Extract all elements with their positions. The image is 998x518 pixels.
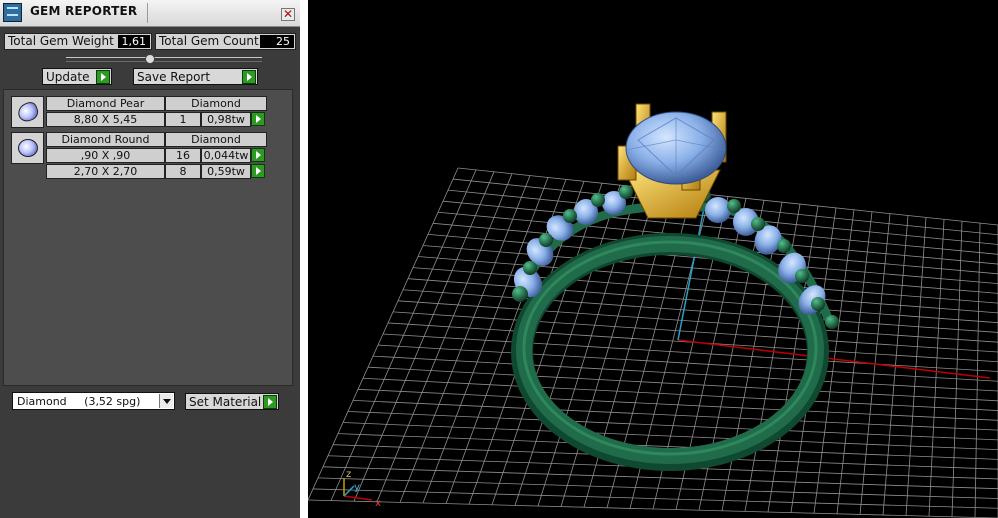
viewport-scene: z y x <box>308 103 998 518</box>
3d-viewport[interactable]: z y x <box>308 0 998 518</box>
grid-line <box>905 217 927 516</box>
gem-size: ,90 X ,90 <box>46 148 165 163</box>
gem-weight: 0,98tw <box>201 112 251 127</box>
gem-qty: 16 <box>165 148 201 163</box>
window-title: GEM REPORTER <box>30 4 138 18</box>
total-gem-weight-value: 1,61 <box>118 35 150 48</box>
round-gem-icon <box>18 139 38 157</box>
gem-reporter-panel: GEM REPORTER ✕ Total Gem Weight 1,61 Tot… <box>0 0 300 518</box>
set-material-button-label: Set Material <box>189 395 262 409</box>
gem-material: Diamond <box>165 96 267 111</box>
slider-handle[interactable] <box>145 54 155 64</box>
grid-line <box>372 355 998 392</box>
x-axis-line <box>677 339 991 379</box>
z-axis-label: z <box>346 469 351 480</box>
grid-line <box>312 488 998 509</box>
pear-gem-icon <box>15 100 41 124</box>
total-gem-weight-label: Total Gem Weight <box>8 34 114 48</box>
select-gem-go-icon[interactable] <box>251 148 265 162</box>
slider-track <box>66 57 262 58</box>
select-gem-go-icon[interactable] <box>251 164 265 178</box>
title-divider <box>147 3 148 23</box>
diamond-pear-thumbnail[interactable] <box>11 96 44 128</box>
gem-list: Diamond Pear Diamond 8,80 X 5,45 1 0,98t… <box>3 89 293 386</box>
total-gem-count-value: 25 <box>260 35 294 48</box>
x-axis-label: x <box>375 498 381 509</box>
material-select[interactable]: Diamond (3,52 spg) <box>12 392 175 410</box>
slider-track-shadow <box>66 61 262 62</box>
total-gem-count: Total Gem Count 25 <box>155 33 296 50</box>
gem-weight: 0,044tw <box>201 148 251 163</box>
gem-reporter-app-icon <box>3 3 22 22</box>
select-gem-go-icon[interactable] <box>251 112 265 126</box>
chevron-down-icon[interactable] <box>159 394 173 408</box>
set-material-go-icon[interactable] <box>263 395 277 409</box>
grid-line <box>317 477 998 499</box>
grid-line <box>308 499 998 518</box>
save-report-button[interactable]: Save Report <box>133 68 258 85</box>
gem-name: Diamond Pear <box>46 96 165 111</box>
axis-gizmo: z y x <box>343 469 381 509</box>
total-gem-count-label: Total Gem Count <box>159 34 259 48</box>
update-button-label: Update <box>46 70 90 84</box>
close-icon[interactable]: ✕ <box>281 8 295 21</box>
material-select-value: Diamond (3,52 spg) <box>17 395 141 408</box>
grid-line <box>367 366 998 402</box>
gem-qty: 8 <box>165 164 201 179</box>
update-go-icon[interactable] <box>96 70 110 84</box>
grid-line <box>342 422 998 451</box>
diamond-round-thumbnail[interactable] <box>11 132 44 164</box>
set-material-button[interactable]: Set Material <box>185 393 279 410</box>
update-button[interactable]: Update <box>42 68 112 85</box>
title-bar: GEM REPORTER ✕ <box>0 0 300 27</box>
panel-splitter[interactable] <box>300 0 308 518</box>
gem-material: Diamond <box>165 132 267 147</box>
gem-qty: 1 <box>165 112 201 127</box>
grid-line <box>377 344 998 382</box>
gem-size: 8,80 X 5,45 <box>46 112 165 127</box>
save-report-button-label: Save Report <box>137 70 211 84</box>
gem-name: Diamond Round <box>46 132 165 147</box>
total-gem-weight: Total Gem Weight 1,61 <box>4 33 152 50</box>
save-report-go-icon[interactable] <box>242 70 256 84</box>
gem-size: 2,70 X 2,70 <box>46 164 165 179</box>
gem-weight: 0,59tw <box>201 164 251 179</box>
y-axis-label: y <box>354 482 360 493</box>
